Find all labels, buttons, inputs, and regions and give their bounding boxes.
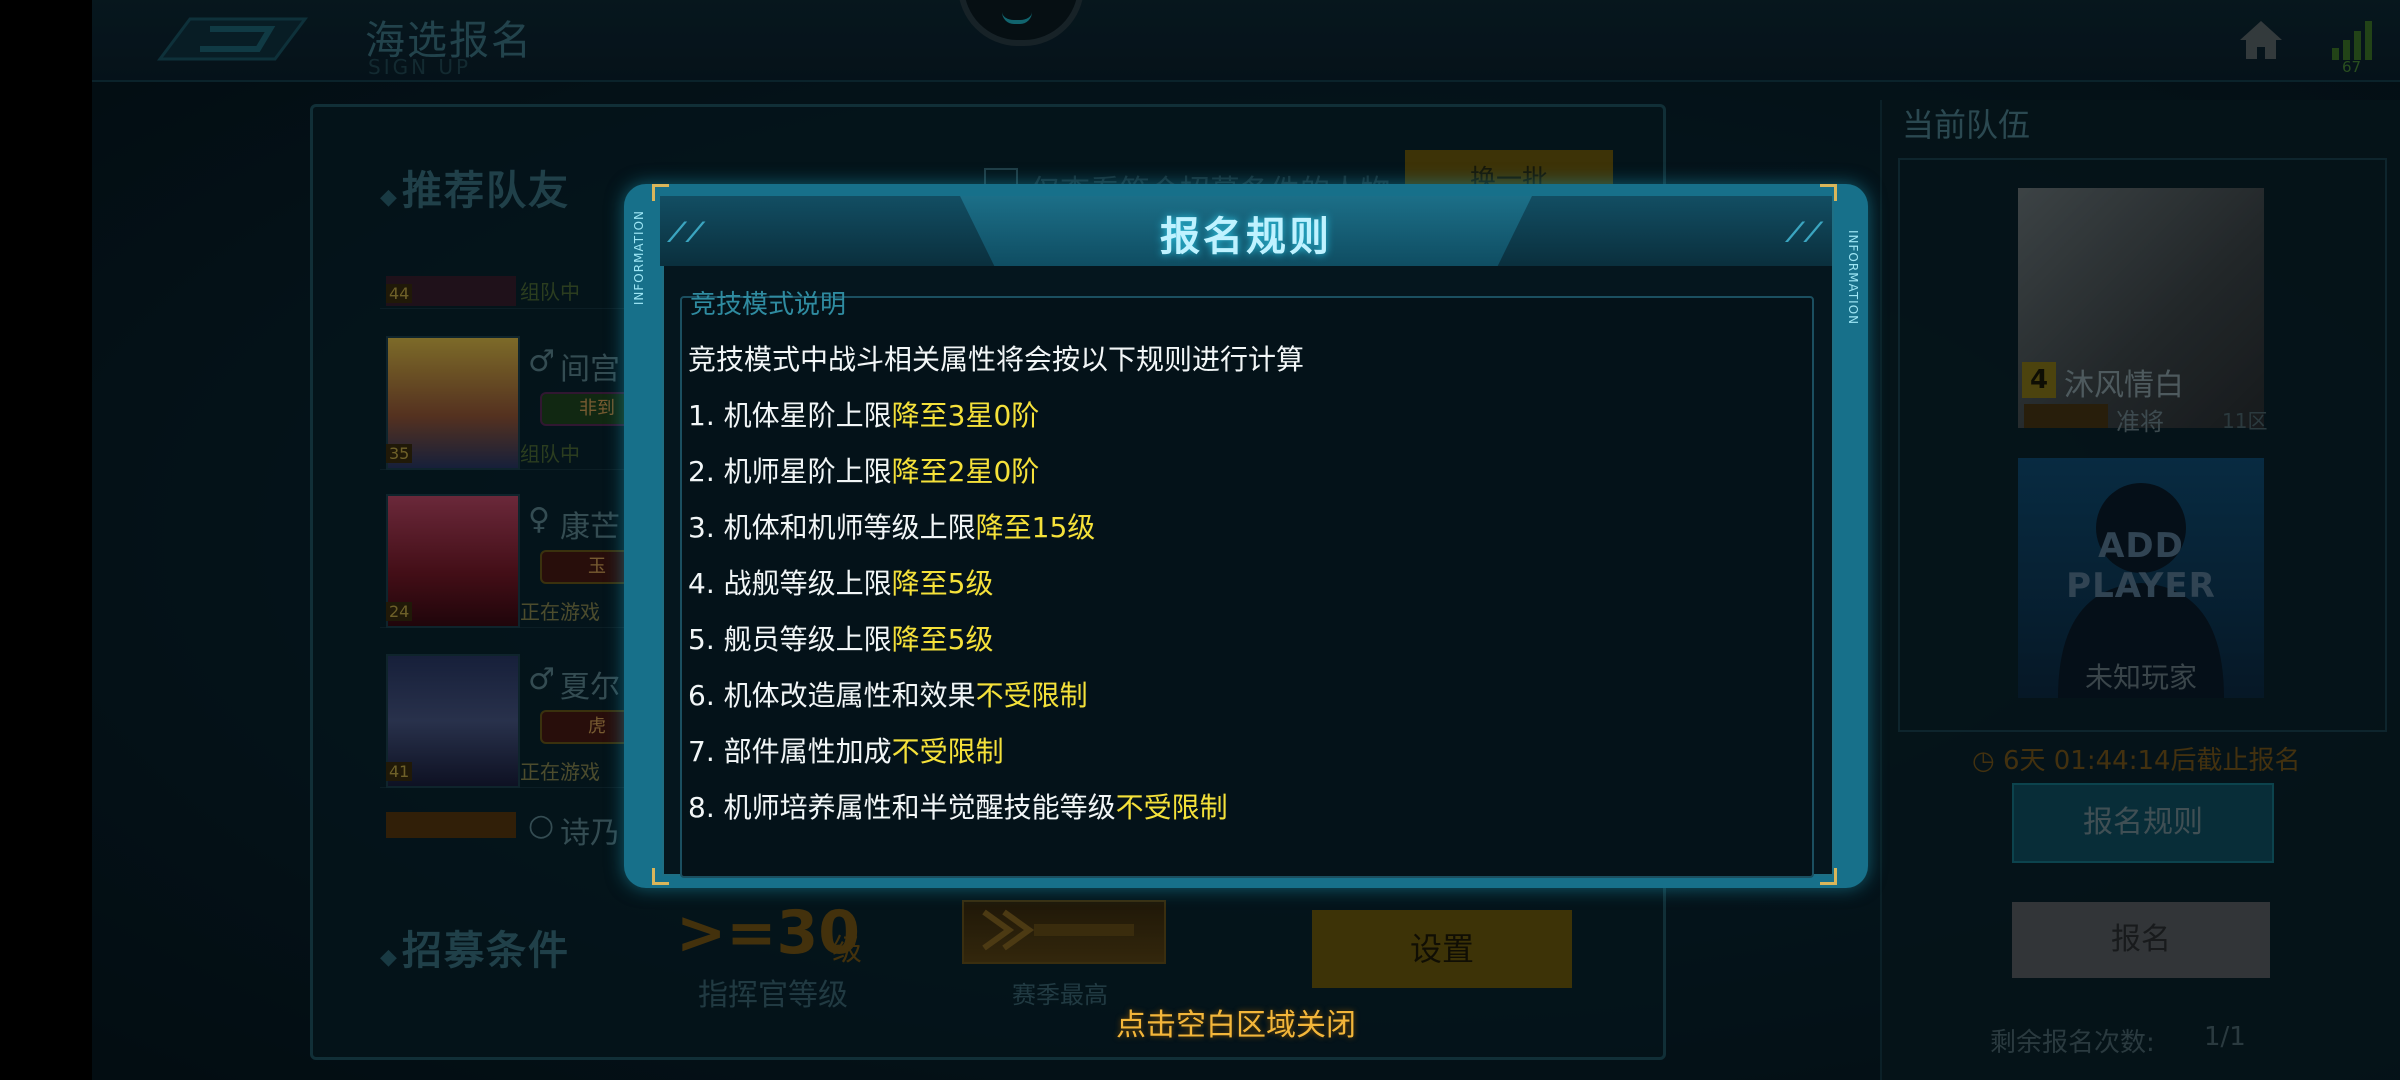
corner-deco <box>1820 184 1837 201</box>
rule-highlight: 降至2星0阶 <box>891 455 1040 488</box>
corner-deco <box>652 184 669 201</box>
rule-highlight: 降至15级 <box>975 511 1096 544</box>
rules-intro: 竞技模式中战斗相关属性将会按以下规则进行计算 <box>688 343 1305 376</box>
rule-highlight: 不受限制 <box>975 679 1088 712</box>
corner-deco <box>652 868 669 885</box>
rule-item: 6. 机体改造属性和效果不受限制 <box>688 674 1088 714</box>
section-heading: 竞技模式说明 <box>690 290 847 320</box>
side-label-left: INFORMATION <box>632 210 646 306</box>
rule-text: 5. 舰员等级上限 <box>688 623 892 656</box>
rule-highlight: 不受限制 <box>891 735 1004 768</box>
rule-item: 8. 机师培养属性和半觉醒技能等级不受限制 <box>688 786 1228 826</box>
rule-item: 3. 机体和机师等级上限降至15级 <box>688 506 1095 546</box>
rule-highlight: 降至5级 <box>891 623 994 656</box>
rule-item: 4. 战舰等级上限降至5级 <box>688 562 993 602</box>
rule-text: 3. 机体和机师等级上限 <box>688 511 976 544</box>
rule-item: 5. 舰员等级上限降至5级 <box>688 618 993 658</box>
rule-item: 7. 部件属性加成不受限制 <box>688 730 1004 770</box>
close-hint[interactable]: 点击空白区域关闭 <box>1116 1000 1356 1044</box>
rule-text: 6. 机体改造属性和效果 <box>688 679 976 712</box>
rule-item: 1. 机体星阶上限降至3星0阶 <box>688 394 1039 434</box>
rule-item: 2. 机师星阶上限降至2星0阶 <box>688 450 1039 490</box>
rule-highlight: 降至5级 <box>891 567 994 600</box>
rule-text: 4. 战舰等级上限 <box>688 567 892 600</box>
corner-deco <box>1820 868 1837 885</box>
side-label-right: INFORMATION <box>1846 230 1860 326</box>
deco-slash-icon: ⟋⟋ <box>668 218 705 248</box>
rule-text: 8. 机师培养属性和半觉醒技能等级 <box>688 791 1116 824</box>
deco-slash-icon: ⟋⟋ <box>1786 218 1823 248</box>
rule-text: 2. 机师星阶上限 <box>688 455 892 488</box>
rule-highlight: 不受限制 <box>1115 791 1228 824</box>
rule-text: 1. 机体星阶上限 <box>688 399 892 432</box>
modal-title: 报名规则 <box>1160 214 1332 260</box>
rule-highlight: 降至3星0阶 <box>891 399 1040 432</box>
rule-text: 7. 部件属性加成 <box>688 735 892 768</box>
